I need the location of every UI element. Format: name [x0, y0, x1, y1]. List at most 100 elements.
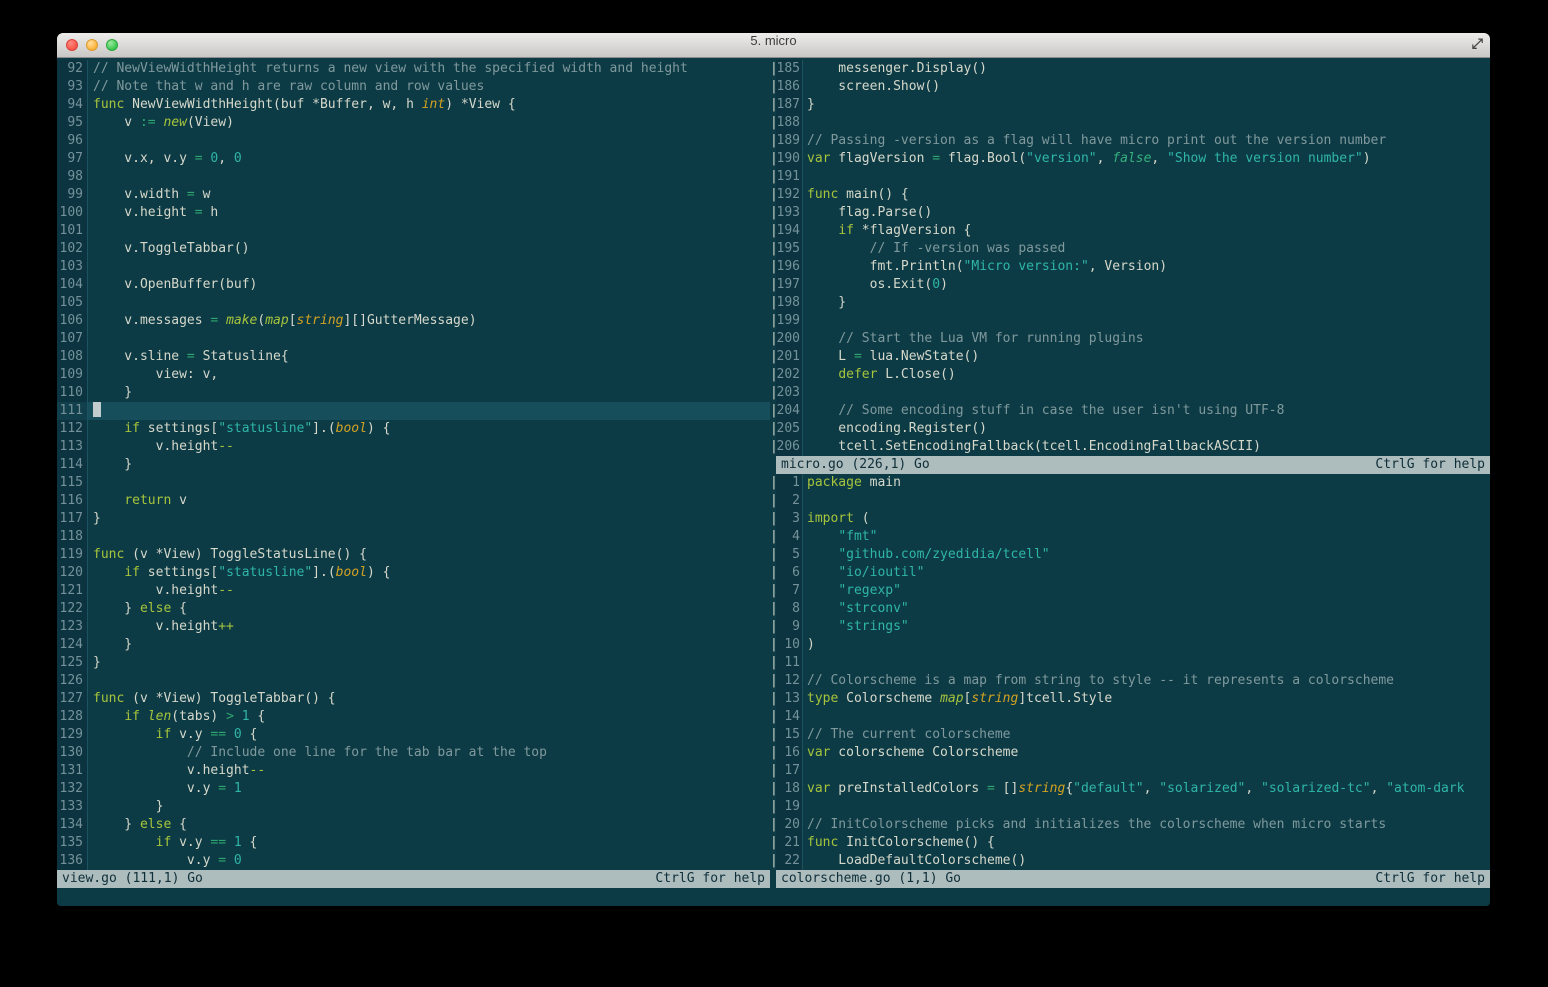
code-line[interactable]: | 192 func main() { — [770, 186, 1490, 204]
code-line[interactable]: 118 — [57, 528, 770, 546]
code-line[interactable]: | 13 type Colorscheme map[string]tcell.Sty… — [770, 690, 1490, 708]
code-line[interactable]: | 15// The current colorscheme — [770, 726, 1490, 744]
code-text: } — [93, 637, 133, 652]
code-line[interactable]: | 5 "github.com/zyedidia/tcell" — [770, 546, 1490, 564]
code-line[interactable]: | 12// Colorscheme is a map from string t… — [770, 672, 1490, 690]
code-line[interactable]: 101 — [57, 222, 770, 240]
code-line[interactable]: 97 v.x, v.y = 0, 0 — [57, 150, 770, 168]
code-line[interactable]: 122 } else { — [57, 600, 770, 618]
code-line[interactable]: 123 v.height++ — [57, 618, 770, 636]
code-line[interactable]: 106 v.messages = make(map[string][]Gutte… — [57, 312, 770, 330]
code-line[interactable]: 116 return v — [57, 492, 770, 510]
code-line[interactable]: | 8 "strconv" — [770, 600, 1490, 618]
code-line[interactable]: 124 } — [57, 636, 770, 654]
code-line[interactable]: | 201 L = lua.NewState() — [770, 348, 1490, 366]
code-line[interactable]: | 1 package main — [770, 474, 1490, 492]
code-line[interactable]: | 203 — [770, 384, 1490, 402]
code-line[interactable]: 92 // NewViewWidthHeight returns a new vi… — [57, 60, 770, 78]
code-line[interactable]: 107 — [57, 330, 770, 348]
code-line[interactable]: | 191 — [770, 168, 1490, 186]
code-line[interactable]: | 199 — [770, 312, 1490, 330]
code-line[interactable]: 126 — [57, 672, 770, 690]
code-text: tcell.SetEncodingFallback(tcell.Encoding… — [807, 439, 1261, 454]
code-line[interactable]: 96 — [57, 132, 770, 150]
code-line[interactable]: | 18 var preInstalledColors = []string{"de… — [770, 780, 1490, 798]
code-line[interactable]: | 204 // Some encoding stuff in case the … — [770, 402, 1490, 420]
code-line[interactable]: 99 v.width = w — [57, 186, 770, 204]
code-line[interactable]: | 4 "fmt" — [770, 528, 1490, 546]
code-line[interactable]: 121 v.height-- — [57, 582, 770, 600]
code-line[interactable]: | 187} — [770, 96, 1490, 114]
code-line[interactable]: 98 — [57, 168, 770, 186]
code-line[interactable]: | 17 — [770, 762, 1490, 780]
code-line[interactable]: | 197 os.Exit(0) — [770, 276, 1490, 294]
code-line[interactable]: | 202 defer L.Close() — [770, 366, 1490, 384]
code-line[interactable]: | 190 var flagVersion = flag.Bool("version… — [770, 150, 1490, 168]
code-line[interactable]: | 6 "io/ioutil" — [770, 564, 1490, 582]
code-line[interactable]: 111 — [57, 402, 770, 420]
code-line[interactable]: 103 — [57, 258, 770, 276]
code-line[interactable]: | 10) — [770, 636, 1490, 654]
code-line[interactable]: 134 } else { — [57, 816, 770, 834]
code-line[interactable]: | 185 messenger.Display() — [770, 60, 1490, 78]
code-line[interactable]: 108 v.sline = Statusline{ — [57, 348, 770, 366]
resize-icon[interactable]: ⤢ — [1472, 36, 1483, 52]
code-line[interactable]: 125} — [57, 654, 770, 672]
code-line[interactable]: | 22 LoadDefaultColorscheme() — [770, 852, 1490, 870]
code-line[interactable]: 129 if v.y == 0 { — [57, 726, 770, 744]
code-line[interactable]: | 206 tcell.SetEncodingFallback(tcell.Enc… — [770, 438, 1490, 456]
code-line[interactable]: | 200 // Start the Lua VM for running plu… — [770, 330, 1490, 348]
code-line[interactable]: 112 if settings["statusline"].(bool) { — [57, 420, 770, 438]
code-line[interactable]: 102 v.ToggleTabbar() — [57, 240, 770, 258]
code-line[interactable]: 127 func (v *View) ToggleTabbar() { — [57, 690, 770, 708]
code-line[interactable]: 136 v.y = 0 — [57, 852, 770, 870]
code-line[interactable]: | 20// InitColorscheme picks and initiali… — [770, 816, 1490, 834]
code-line[interactable]: 105 — [57, 294, 770, 312]
code-line[interactable]: | 2 — [770, 492, 1490, 510]
code-line[interactable]: 114 } — [57, 456, 770, 474]
code-line[interactable]: 133 } — [57, 798, 770, 816]
zoom-button[interactable] — [106, 39, 118, 51]
code-line[interactable]: | 196 fmt.Println("Micro version:", Versi… — [770, 258, 1490, 276]
code-line[interactable]: | 186 screen.Show() — [770, 78, 1490, 96]
code-line[interactable]: | 9 "strings" — [770, 618, 1490, 636]
code-line[interactable]: 93 // Note that w and h are raw column an… — [57, 78, 770, 96]
code-line[interactable]: | 16 var colorscheme Colorscheme — [770, 744, 1490, 762]
code-line[interactable]: 104 v.OpenBuffer(buf) — [57, 276, 770, 294]
code-line[interactable]: 110 } — [57, 384, 770, 402]
code-line[interactable]: | 11 — [770, 654, 1490, 672]
code-line[interactable]: 94 func NewViewWidthHeight(buf *Buffer, w… — [57, 96, 770, 114]
code-line[interactable]: 115 — [57, 474, 770, 492]
code-line[interactable]: | 188 — [770, 114, 1490, 132]
code-line[interactable]: | 198 } — [770, 294, 1490, 312]
code-line[interactable]: | 14 — [770, 708, 1490, 726]
code-line[interactable]: | 19 — [770, 798, 1490, 816]
code-line[interactable]: 119 func (v *View) ToggleStatusLine() { — [57, 546, 770, 564]
code-line[interactable]: | 195 // If -version was passed — [770, 240, 1490, 258]
code-line[interactable]: | 193 flag.Parse() — [770, 204, 1490, 222]
command-line[interactable] — [57, 888, 1490, 906]
code-line[interactable]: 113 v.height-- — [57, 438, 770, 456]
code-line[interactable]: 128 if len(tabs) > 1 { — [57, 708, 770, 726]
code-line[interactable]: | 3 import ( — [770, 510, 1490, 528]
code-line[interactable]: | 189// Passing -version as a flag will h… — [770, 132, 1490, 150]
code-line[interactable]: 109 view: v, — [57, 366, 770, 384]
minimize-button[interactable] — [86, 39, 98, 51]
code-line[interactable]: 120 if settings["statusline"].(bool) { — [57, 564, 770, 582]
code-line[interactable]: | 205 encoding.Register() — [770, 420, 1490, 438]
code-line[interactable]: | 194 if *flagVersion { — [770, 222, 1490, 240]
code-line[interactable]: 132 v.y = 1 — [57, 780, 770, 798]
code-line[interactable]: | 21 func InitColorscheme() { — [770, 834, 1490, 852]
code-line[interactable]: 131 v.height-- — [57, 762, 770, 780]
code-line[interactable]: 100 v.height = h — [57, 204, 770, 222]
code-line[interactable]: 130 // Include one line for the tab bar … — [57, 744, 770, 762]
code-line[interactable]: 95 v := new(View) — [57, 114, 770, 132]
code-line[interactable]: | 7 "regexp" — [770, 582, 1490, 600]
code-text: // Colorscheme is a map from string to s… — [807, 673, 1394, 688]
code-line[interactable]: 117} — [57, 510, 770, 528]
code-line[interactable]: 135 if v.y == 1 { — [57, 834, 770, 852]
close-button[interactable] — [66, 39, 78, 51]
window-titlebar[interactable]: 5. micro ⤢ — [57, 33, 1490, 58]
